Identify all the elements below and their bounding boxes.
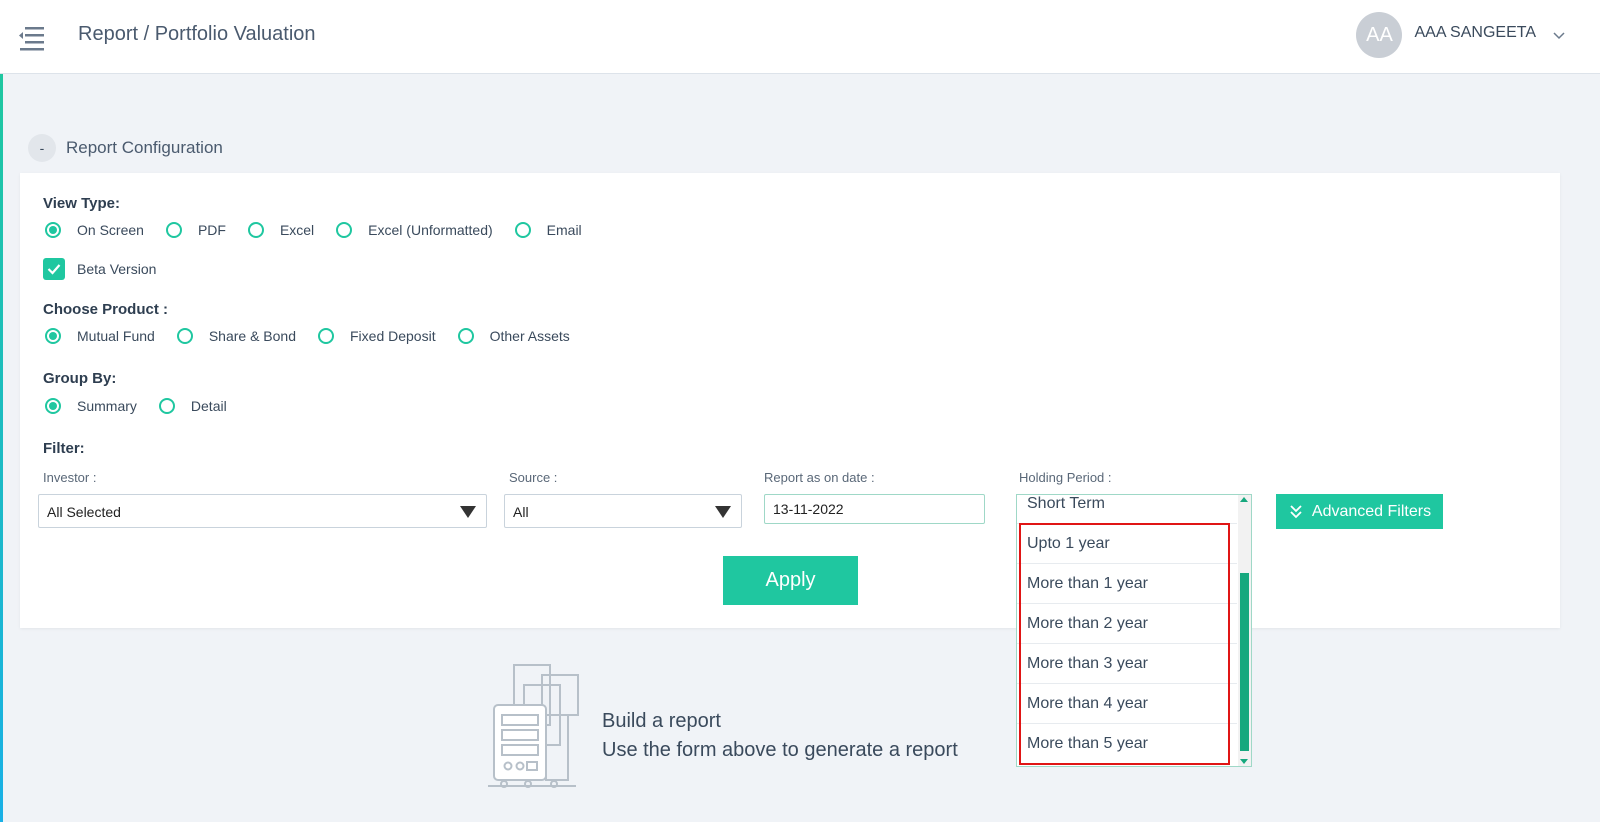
holding-option-more-than-3-year[interactable]: More than 3 year bbox=[1017, 644, 1237, 684]
section-title: Report Configuration bbox=[66, 138, 223, 157]
radio-summary[interactable]: Summary bbox=[45, 398, 137, 414]
radio-share-bond[interactable]: Share & Bond bbox=[176, 328, 296, 344]
report-config-card: View Type: On Screen PDF Excel Excel (Un… bbox=[20, 173, 1560, 628]
investor-label: Investor : bbox=[43, 470, 97, 485]
holding-option-upto-1-year[interactable]: Upto 1 year bbox=[1017, 524, 1237, 564]
radio-excel[interactable]: Excel bbox=[247, 222, 314, 238]
holding-option-more-than-4-year[interactable]: More than 4 year bbox=[1017, 684, 1237, 724]
user-menu[interactable]: AA AAA SANGEETA bbox=[1356, 12, 1566, 58]
group-by-options: Summary Detail bbox=[45, 395, 249, 417]
choose-product-label: Choose Product : bbox=[43, 301, 169, 318]
report-date-input[interactable]: 13-11-2022 bbox=[764, 494, 985, 524]
radio-selected-icon bbox=[45, 328, 61, 344]
radio-icon bbox=[336, 222, 353, 238]
radio-pdf[interactable]: PDF bbox=[165, 222, 226, 238]
avatar: AA bbox=[1356, 12, 1403, 58]
double-chevron-down-icon bbox=[1290, 504, 1302, 518]
holding-period-label: Holding Period : bbox=[1019, 470, 1112, 485]
view-type-options: On Screen PDF Excel Excel (Unformatted) … bbox=[45, 219, 604, 241]
radio-mutual-fund[interactable]: Mutual Fund bbox=[45, 328, 155, 344]
holding-period-listbox[interactable]: Short Term Upto 1 year More than 1 year … bbox=[1016, 494, 1252, 767]
left-accent-bar bbox=[0, 74, 3, 822]
investor-select[interactable]: All Selected bbox=[38, 494, 487, 528]
collapse-toggle-button[interactable]: - bbox=[28, 134, 56, 162]
listbox-scrollbar[interactable] bbox=[1238, 495, 1251, 766]
report-configuration-header: - Report Configuration bbox=[28, 134, 223, 162]
dropdown-caret-icon bbox=[715, 506, 731, 518]
group-by-label: Group By: bbox=[43, 370, 117, 387]
product-options: Mutual Fund Share & Bond Fixed Deposit O… bbox=[45, 325, 592, 347]
holding-option-more-than-5-year[interactable]: More than 5 year bbox=[1017, 724, 1237, 764]
holding-option-more-than-1-year[interactable]: More than 1 year bbox=[1017, 564, 1237, 604]
apply-button[interactable]: Apply bbox=[723, 556, 858, 605]
scroll-up-arrow-icon[interactable] bbox=[1240, 497, 1248, 502]
radio-on-screen[interactable]: On Screen bbox=[45, 222, 144, 238]
top-bar: Report / Portfolio Valuation AA AAA SANG… bbox=[0, 0, 1600, 74]
source-label: Source : bbox=[509, 470, 558, 485]
view-type-label: View Type: bbox=[43, 195, 120, 212]
radio-icon bbox=[165, 222, 182, 238]
empty-state-subtitle: Use the form above to generate a report bbox=[602, 739, 958, 761]
report-builder-illustration-icon bbox=[488, 664, 579, 788]
dropdown-caret-icon bbox=[460, 506, 476, 518]
radio-fixed-deposit[interactable]: Fixed Deposit bbox=[318, 328, 436, 344]
radio-icon bbox=[457, 328, 474, 344]
radio-email[interactable]: Email bbox=[514, 222, 582, 238]
advanced-filters-button[interactable]: Advanced Filters bbox=[1276, 494, 1443, 529]
filter-label: Filter: bbox=[43, 440, 85, 457]
radio-icon bbox=[514, 222, 531, 238]
source-select[interactable]: All bbox=[504, 494, 742, 528]
chevron-down-icon bbox=[1553, 32, 1565, 40]
user-name: AAA SANGEETA bbox=[1414, 24, 1536, 41]
holding-option-short-term[interactable]: Short Term bbox=[1017, 495, 1237, 524]
radio-icon bbox=[176, 328, 193, 344]
radio-detail[interactable]: Detail bbox=[158, 398, 227, 414]
radio-selected-icon bbox=[45, 222, 61, 238]
radio-selected-icon bbox=[45, 398, 61, 414]
radio-icon bbox=[247, 222, 264, 238]
checkmark-icon bbox=[43, 258, 65, 280]
radio-icon bbox=[318, 328, 334, 344]
menu-collapse-icon[interactable] bbox=[18, 24, 46, 52]
beta-version-checkbox[interactable]: Beta Version bbox=[43, 258, 156, 280]
report-date-label: Report as on date : bbox=[764, 470, 875, 485]
breadcrumb: Report / Portfolio Valuation bbox=[78, 23, 316, 45]
empty-state-title: Build a report bbox=[602, 710, 721, 732]
scrollbar-thumb[interactable] bbox=[1240, 573, 1249, 751]
radio-other-assets[interactable]: Other Assets bbox=[457, 328, 570, 344]
scroll-down-arrow-icon[interactable] bbox=[1240, 759, 1248, 764]
radio-excel-unformatted[interactable]: Excel (Unformatted) bbox=[336, 222, 493, 238]
radio-icon bbox=[158, 398, 175, 414]
holding-option-more-than-2-year[interactable]: More than 2 year bbox=[1017, 604, 1237, 644]
